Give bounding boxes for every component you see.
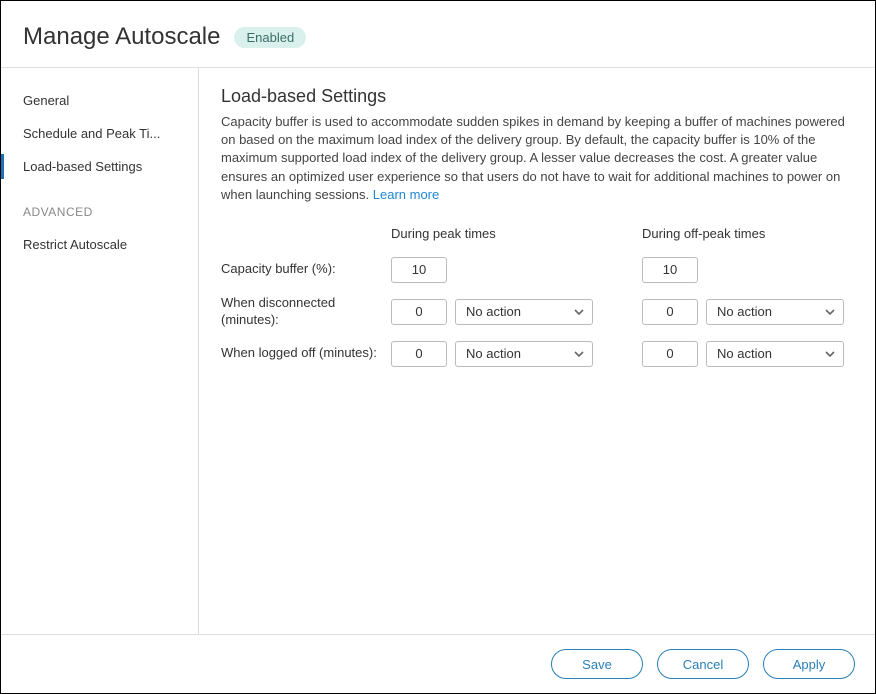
label-disconnected: When disconnected (minutes): (221, 295, 391, 329)
settings-grid: During peak times During off-peak times … (221, 226, 853, 367)
chevron-down-icon (825, 349, 835, 359)
intro-text: Capacity buffer is used to accommodate s… (221, 113, 853, 204)
select-value: No action (717, 346, 772, 361)
input-capacity-peak[interactable] (391, 257, 447, 283)
field-disconnected-peak: No action (391, 299, 602, 325)
input-capacity-offpeak[interactable] (642, 257, 698, 283)
field-loggedoff-offpeak: No action (642, 341, 853, 367)
sidebar-item-restrict-autoscale[interactable]: Restrict Autoscale (1, 228, 198, 261)
input-loggedoff-peak-min[interactable] (391, 341, 447, 367)
input-disconnected-peak-min[interactable] (391, 299, 447, 325)
sidebar: General Schedule and Peak Ti... Load-bas… (1, 68, 199, 634)
dialog-header: Manage Autoscale Enabled (1, 1, 875, 68)
sidebar-section-advanced: ADVANCED (1, 183, 198, 228)
select-loggedoff-offpeak-action[interactable]: No action (706, 341, 844, 367)
chevron-down-icon (574, 349, 584, 359)
sidebar-item-load-based[interactable]: Load-based Settings (1, 150, 198, 183)
chevron-down-icon (825, 307, 835, 317)
select-value: No action (466, 304, 521, 319)
label-capacity-buffer: Capacity buffer (%): (221, 261, 391, 278)
status-badge: Enabled (234, 27, 306, 48)
col-header-offpeak: During off-peak times (642, 226, 853, 245)
intro-body: Capacity buffer is used to accommodate s… (221, 114, 845, 202)
field-disconnected-offpeak: No action (642, 299, 853, 325)
input-loggedoff-offpeak-min[interactable] (642, 341, 698, 367)
dialog-footer: Save Cancel Apply (1, 634, 875, 693)
apply-button[interactable]: Apply (763, 649, 855, 679)
dialog-body: General Schedule and Peak Ti... Load-bas… (1, 68, 875, 634)
field-loggedoff-peak: No action (391, 341, 602, 367)
learn-more-link[interactable]: Learn more (373, 187, 439, 202)
select-loggedoff-peak-action[interactable]: No action (455, 341, 593, 367)
select-value: No action (717, 304, 772, 319)
field-capacity-peak (391, 257, 602, 283)
select-disconnected-peak-action[interactable]: No action (455, 299, 593, 325)
content-heading: Load-based Settings (221, 86, 853, 107)
sidebar-item-general[interactable]: General (1, 84, 198, 117)
select-disconnected-offpeak-action[interactable]: No action (706, 299, 844, 325)
content-pane: Load-based Settings Capacity buffer is u… (199, 68, 875, 634)
input-disconnected-offpeak-min[interactable] (642, 299, 698, 325)
sidebar-item-schedule[interactable]: Schedule and Peak Ti... (1, 117, 198, 150)
save-button[interactable]: Save (551, 649, 643, 679)
label-logged-off: When logged off (minutes): (221, 345, 391, 362)
field-capacity-offpeak (642, 257, 853, 283)
select-value: No action (466, 346, 521, 361)
chevron-down-icon (574, 307, 584, 317)
cancel-button[interactable]: Cancel (657, 649, 749, 679)
col-header-peak: During peak times (391, 226, 602, 245)
page-title: Manage Autoscale (23, 23, 220, 51)
